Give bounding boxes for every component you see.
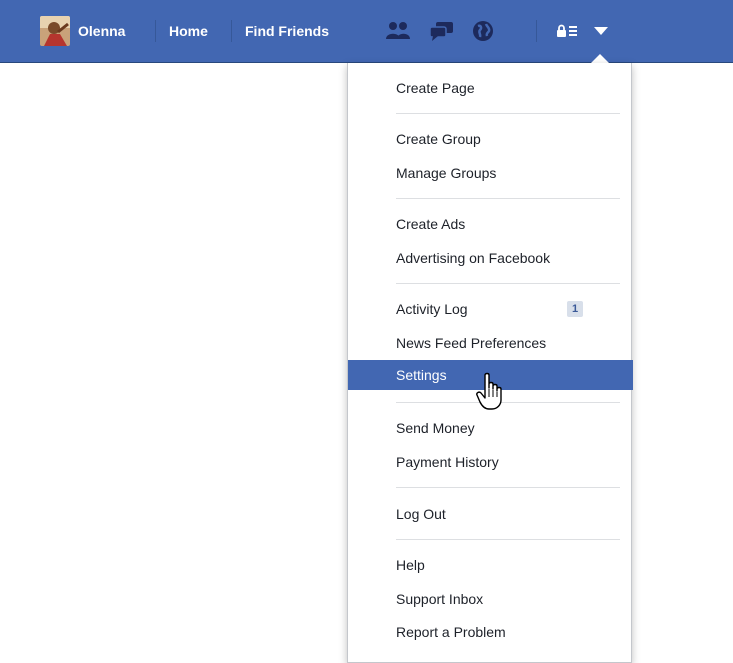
- menu-item-support-inbox[interactable]: Support Inbox: [348, 584, 633, 614]
- menu-item-payment-history[interactable]: Payment History: [348, 447, 633, 477]
- profile-name: Olenna: [78, 23, 126, 39]
- menu-item-label: Activity Log: [396, 301, 468, 317]
- privacy-shortcuts-icon[interactable]: [554, 16, 580, 46]
- menu-item-create-group[interactable]: Create Group: [348, 124, 633, 154]
- menu-item-log-out[interactable]: Log Out: [348, 499, 633, 529]
- home-link[interactable]: Home: [169, 18, 208, 44]
- nav-separator: [231, 20, 232, 42]
- menu-divider: [396, 113, 620, 114]
- menu-item-activity-log[interactable]: Activity Log 1: [348, 294, 633, 324]
- find-friends-link[interactable]: Find Friends: [245, 18, 329, 44]
- menu-divider: [396, 539, 620, 540]
- menu-item-create-ads[interactable]: Create Ads: [348, 209, 633, 239]
- menu-caret: [591, 54, 609, 63]
- activity-count-badge: 1: [567, 301, 583, 317]
- nav-separator: [536, 20, 537, 42]
- menu-divider: [396, 487, 620, 488]
- menu-item-report-problem[interactable]: Report a Problem: [348, 617, 633, 647]
- account-menu-chevron-icon[interactable]: [589, 16, 613, 46]
- messages-icon[interactable]: [426, 16, 458, 46]
- account-dropdown-menu: Create Page Create Group Manage Groups C…: [347, 63, 633, 663]
- menu-item-send-money[interactable]: Send Money: [348, 413, 633, 443]
- menu-item-manage-groups[interactable]: Manage Groups: [348, 158, 633, 188]
- menu-item-news-feed-preferences[interactable]: News Feed Preferences: [348, 328, 633, 358]
- friend-requests-icon[interactable]: [382, 16, 414, 46]
- menu-divider: [396, 283, 620, 284]
- menu-item-advertising[interactable]: Advertising on Facebook: [348, 243, 633, 273]
- menu-divider: [396, 402, 620, 403]
- top-navigation-bar: Olenna Home Find Friends: [0, 0, 733, 63]
- menu-item-create-page[interactable]: Create Page: [348, 73, 633, 103]
- hand-pointer-cursor-icon: [476, 372, 504, 412]
- notifications-globe-icon[interactable]: [467, 16, 499, 46]
- nav-separator: [155, 20, 156, 42]
- menu-item-help[interactable]: Help: [348, 550, 633, 580]
- avatar: [40, 16, 70, 46]
- profile-link[interactable]: Olenna: [40, 16, 126, 46]
- menu-divider: [396, 198, 620, 199]
